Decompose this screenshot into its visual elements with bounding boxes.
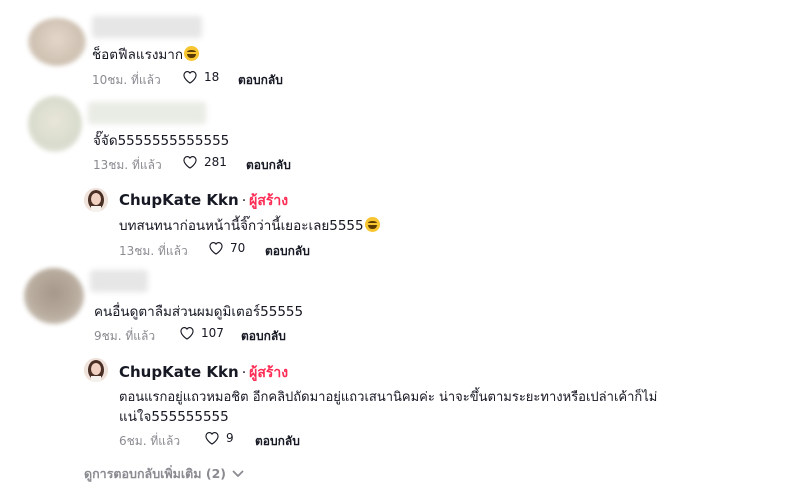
view-more-replies-label: ดูการตอบกลับเพิ่มเติม (2) xyxy=(84,466,226,481)
reply-text: บทสนทนาก่อนหน้านี้จิ๊กว่านี้เยอะเลย5555 xyxy=(119,214,380,236)
creator-avatar[interactable] xyxy=(84,188,108,212)
like-count: 18 xyxy=(204,70,220,84)
heart-icon xyxy=(209,242,223,255)
separator-dot: · xyxy=(241,365,247,381)
comment-time: 13ชม. ที่แล้ว xyxy=(93,158,162,172)
avatar[interactable] xyxy=(28,18,86,66)
comment-time: 10ชม. ที่แล้ว xyxy=(92,73,161,87)
reply-header: ChupKate Kkn · ผู้สร้าง xyxy=(119,362,288,384)
reply-text-line-1: ตอนแรกอยู่แถวหมอชิต อีกคลิปถัดมาอยู่แถวเ… xyxy=(119,390,658,405)
reply-button[interactable]: ตอบกลับ xyxy=(246,156,291,175)
creator-avatar[interactable] xyxy=(84,358,108,382)
laughing-emoji-icon xyxy=(364,217,380,232)
reply-button[interactable]: ตอบกลับ xyxy=(238,71,283,90)
comment-time: 9ชม. ที่แล้ว xyxy=(94,329,156,343)
username-blurred[interactable] xyxy=(88,102,206,124)
comment-text: คนอื่นดูตาลืมส่วนผมดูมิเตอร์55555 xyxy=(94,304,304,320)
like-count: 9 xyxy=(226,431,234,445)
username-blurred[interactable] xyxy=(90,270,148,292)
avatar[interactable] xyxy=(28,96,82,152)
creator-username[interactable]: ChupKate Kkn xyxy=(119,363,239,381)
like-count: 107 xyxy=(201,326,224,340)
like-button[interactable]: 281 xyxy=(182,155,227,169)
creator-badge: ผู้สร้าง xyxy=(249,193,289,209)
like-button[interactable]: 70 xyxy=(208,241,245,255)
reply-button[interactable]: ตอบกลับ xyxy=(255,432,300,451)
like-count: 70 xyxy=(230,241,246,255)
avatar[interactable] xyxy=(24,268,84,324)
heart-icon xyxy=(183,71,197,84)
heart-icon xyxy=(183,156,197,169)
reply-text-line-2: แน่ใจ555555555 xyxy=(119,409,229,425)
creator-badge: ผู้สร้าง xyxy=(249,365,289,381)
reply-time: 6ชม. ที่แล้ว xyxy=(119,434,181,448)
heart-icon xyxy=(180,327,194,340)
reply-button[interactable]: ตอบกลับ xyxy=(241,327,286,346)
reply-header: ChupKate Kkn · ผู้สร้าง xyxy=(119,190,288,212)
heart-icon xyxy=(205,432,219,445)
comment-text: ช็อตฟีลแรงมาก xyxy=(92,43,200,65)
like-button[interactable]: 107 xyxy=(179,326,224,340)
like-count: 281 xyxy=(204,155,227,169)
separator-dot: · xyxy=(241,193,247,209)
username-blurred[interactable] xyxy=(92,16,202,38)
creator-username[interactable]: ChupKate Kkn xyxy=(119,191,239,209)
reply-time: 13ชม. ที่แล้ว xyxy=(119,244,188,258)
like-button[interactable]: 18 xyxy=(182,70,219,84)
comment-text: จั๊จัด5555555555555 xyxy=(93,133,230,149)
like-button[interactable]: 9 xyxy=(204,431,234,445)
chevron-down-icon xyxy=(232,470,244,477)
laughing-emoji-icon xyxy=(184,46,200,61)
view-more-replies-button[interactable]: ดูการตอบกลับเพิ่มเติม (2) xyxy=(84,464,244,484)
reply-button[interactable]: ตอบกลับ xyxy=(265,242,310,261)
